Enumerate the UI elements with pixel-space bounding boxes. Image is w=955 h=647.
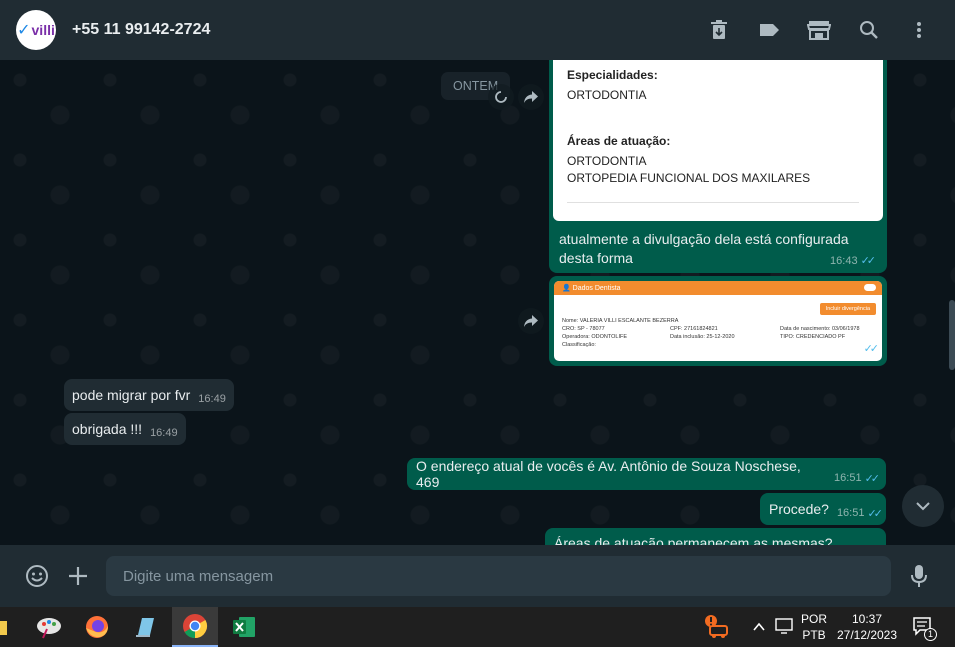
store-icon[interactable] <box>807 18 831 42</box>
specialties-value: ORTODONTIA <box>567 88 647 102</box>
message-caption: atualmente a divulgação dela está config… <box>559 230 876 271</box>
loading-icon <box>488 84 514 110</box>
label-icon[interactable] <box>757 18 781 42</box>
avatar-text: villi <box>31 22 55 38</box>
message-time: 16:44 <box>833 343 861 355</box>
image-field-cro: CRO: SP - 78077 <box>562 326 605 332</box>
scroll-down-button[interactable] <box>902 485 944 527</box>
clock-date: 27/12/2023 <box>836 628 898 642</box>
image-field-cpf: CPF: 27161824821 <box>670 326 718 332</box>
chat-header: ✓ villi +55 11 99142-2724 <box>0 0 955 60</box>
forward-icon[interactable] <box>518 308 544 334</box>
message-text: Áreas de atuação permanecem as mesmas? <box>554 535 833 545</box>
image-time-overlay: 16:44 ✓✓ <box>833 339 880 357</box>
message-text: Procede? <box>769 501 829 517</box>
search-icon[interactable] <box>857 18 881 42</box>
message-composer: Digite uma mensagem <box>0 545 955 607</box>
incoming-message[interactable]: obrigada !!! 16:49 <box>64 413 186 445</box>
divider <box>567 202 859 203</box>
message-time: 16:49 <box>198 393 226 405</box>
taskbar-app-paint[interactable] <box>26 607 72 647</box>
area-value-1: ORTODONTIA <box>567 154 647 168</box>
message-time: 16:51 <box>836 507 865 519</box>
image-field-inclusao: Data inclusão: 25-12-2020 <box>670 334 735 340</box>
image-field-operadora: Operadora: ODONTOLIFE <box>562 334 628 340</box>
message-text: obrigada !!! <box>72 421 143 437</box>
image-toggle-icon <box>864 284 876 291</box>
incoming-message[interactable]: pode migrar por fvr 16:49 <box>64 379 234 411</box>
message-time: 16:49 <box>150 427 178 439</box>
clock[interactable]: 10:37 27/12/2023 <box>834 611 900 643</box>
scrollbar[interactable] <box>949 300 955 370</box>
chat-area[interactable]: Especialidades: ORTODONTIA Áreas de atua… <box>0 60 955 545</box>
contact-avatar[interactable]: ✓ villi <box>16 10 56 50</box>
image-field-classificacao: Classificação: <box>562 342 596 348</box>
dentist-data-image[interactable]: 👤 Dados Dentista Incluir divergência Nom… <box>554 281 882 361</box>
area-value-2: ORTOPEDIA FUNCIONAL DOS MAXILARES <box>567 171 811 185</box>
forward-icon[interactable] <box>518 84 544 110</box>
read-ticks-icon: ✓✓ <box>860 255 877 267</box>
outgoing-message[interactable]: Procede? 16:51 ✓✓ <box>760 493 886 525</box>
contact-name[interactable]: +55 11 99142-2724 <box>72 21 210 39</box>
notification-count-badge: 1 <box>924 628 937 641</box>
read-ticks-icon: ✓✓ <box>864 472 881 485</box>
emoji-icon[interactable] <box>25 564 49 588</box>
areas-label: Áreas de atuação: <box>567 134 671 148</box>
outgoing-message[interactable]: O endereço atual de vocês é Av. Antônio … <box>407 458 886 490</box>
notification-center-icon[interactable]: 1 <box>912 616 938 642</box>
image-header-bar: 👤 Dados Dentista <box>554 281 882 295</box>
message-card-specialties[interactable]: Especialidades: ORTODONTIA Áreas de atua… <box>549 60 887 273</box>
image-field-nome: Nome: VALERIA VILLI ESCALANTE BEZERRA <box>562 318 679 324</box>
read-ticks-icon: ✓✓ <box>867 507 883 520</box>
check-logo-icon: ✓ <box>17 22 31 39</box>
specialties-label: Especialidades: <box>567 68 658 82</box>
message-time: 16:51 <box>834 472 862 484</box>
display-icon[interactable] <box>775 618 793 639</box>
message-input[interactable]: Digite uma mensagem <box>106 556 891 596</box>
chevron-down-icon <box>916 502 930 511</box>
attach-plus-icon[interactable] <box>66 564 90 588</box>
network-warning-icon[interactable] <box>704 614 730 640</box>
specialties-image: Especialidades: ORTODONTIA Áreas de atua… <box>553 60 883 221</box>
taskbar-app-files[interactable] <box>0 607 20 647</box>
taskbar-app-firefox[interactable] <box>74 607 120 647</box>
message-time: 16:43 <box>830 255 858 267</box>
image-field-nascimento: Data de nascimento: 03/06/1978 <box>780 326 860 332</box>
image-user-icon: 👤 <box>562 285 571 292</box>
tray-chevron-up-icon[interactable] <box>752 619 766 637</box>
message-text: pode migrar por fvr <box>72 387 191 403</box>
taskbar-app-notebook[interactable] <box>122 607 168 647</box>
input-placeholder: Digite uma mensagem <box>123 567 274 585</box>
message-text: O endereço atual de vocês é Av. Antônio … <box>416 458 801 490</box>
delete-icon[interactable] <box>707 18 731 42</box>
language-code: POR <box>800 612 827 626</box>
image-bar-title: Dados Dentista <box>572 285 621 292</box>
microphone-icon[interactable] <box>907 564 931 588</box>
language-indicator[interactable]: POR PTB <box>800 611 828 643</box>
outgoing-message[interactable]: Áreas de atuação permanecem as mesmas? <box>545 528 886 545</box>
windows-taskbar: POR PTB 10:37 27/12/2023 1 <box>0 607 955 647</box>
menu-icon[interactable] <box>907 18 931 42</box>
message-card-screenshot[interactable]: 👤 Dados Dentista Incluir divergência Nom… <box>549 276 887 366</box>
read-ticks-icon: ✓✓ <box>863 343 880 355</box>
taskbar-app-excel[interactable] <box>221 607 267 647</box>
taskbar-app-chrome[interactable] <box>172 607 218 647</box>
keyboard-layout: PTB <box>802 628 826 642</box>
image-divergence-button: Incluir divergência <box>819 303 876 315</box>
clock-time: 10:37 <box>851 612 883 626</box>
